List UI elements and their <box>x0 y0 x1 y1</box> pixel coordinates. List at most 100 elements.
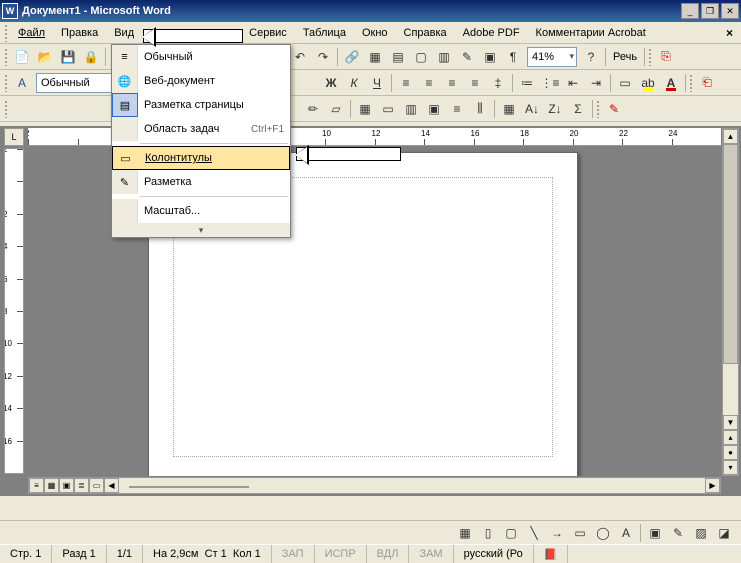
speech-label[interactable]: Речь <box>609 51 641 63</box>
styles-pane-button[interactable]: A <box>11 72 33 94</box>
minimize-button[interactable]: _ <box>681 3 699 19</box>
menu-item-markup[interactable]: ✎ Разметка <box>112 170 290 194</box>
menu-edit[interactable]: Правка <box>53 24 106 42</box>
acrobat-create-button[interactable]: ⎗ <box>696 72 718 94</box>
justify-button[interactable]: ≡ <box>464 72 486 94</box>
status-ext[interactable]: ВДЛ <box>367 545 410 563</box>
fill-color-button[interactable]: ▣ <box>644 522 666 544</box>
scroll-left-button[interactable]: ◀ <box>104 478 119 493</box>
shadow-button[interactable]: ▨ <box>690 522 712 544</box>
align-center-button[interactable]: ≡ <box>418 72 440 94</box>
bulleted-list-button[interactable]: ⋮≡ <box>539 72 561 94</box>
underline-button[interactable]: Ч <box>366 72 388 94</box>
draw-menu-button[interactable]: ▦ <box>454 522 476 544</box>
restore-button[interactable]: ❐ <box>701 3 719 19</box>
sort-desc-button[interactable]: Z↓ <box>544 98 566 120</box>
menu-item-normal-view[interactable]: ≡ Обычный <box>112 45 290 69</box>
scroll-right-button[interactable]: ▶ <box>705 478 720 493</box>
toolbar-grip[interactable] <box>4 24 8 42</box>
undo-button[interactable]: ↶ <box>289 46 311 68</box>
excel-button[interactable]: ▢ <box>410 46 432 68</box>
line-spacing-button[interactable]: ‡ <box>487 72 509 94</box>
menu-item-headers-footers[interactable]: ▭ Колонтитулы <box>112 146 290 170</box>
borders-button[interactable]: ▭ <box>614 72 636 94</box>
eraser-button[interactable]: ▱ <box>325 98 347 120</box>
hyperlink-button[interactable]: 🔗 <box>341 46 363 68</box>
doc-map-button[interactable]: ▣ <box>479 46 501 68</box>
status-spellcheck-icon[interactable]: 📕 <box>534 545 569 563</box>
drawing-button[interactable]: ✎ <box>456 46 478 68</box>
select-browse-button[interactable]: ● <box>723 445 738 460</box>
rectangle-button[interactable]: ▭ <box>569 522 591 544</box>
outline-view-button[interactable]: ≣ <box>74 478 89 493</box>
merge-cells-button[interactable]: ▭ <box>377 98 399 120</box>
permissions-button[interactable]: 🔒 <box>80 46 102 68</box>
draw-table-button[interactable]: ✏ <box>302 98 324 120</box>
distribute-cols-button[interactable]: ⫼ <box>469 98 491 120</box>
status-ovr[interactable]: ЗАМ <box>409 545 453 563</box>
arrow-button[interactable]: → <box>546 522 568 544</box>
show-marks-button[interactable]: ¶ <box>502 46 524 68</box>
menu-file[interactable]: Файл <box>10 24 53 42</box>
toolbar-grip[interactable] <box>4 74 8 92</box>
scroll-thumb[interactable] <box>129 486 249 488</box>
columns-button[interactable]: ▥ <box>433 46 455 68</box>
menu-item-page-layout[interactable]: ▤ Разметка страницы <box>112 93 290 117</box>
menu-item-zoom[interactable]: Масштаб... <box>112 199 290 223</box>
insert-table-button[interactable]: ▤ <box>387 46 409 68</box>
menu-item-task-pane[interactable]: Область задач Ctrl+F1 <box>112 117 290 141</box>
next-page-button[interactable]: ▾ <box>723 460 738 475</box>
line-color-button[interactable]: ✎ <box>667 522 689 544</box>
zoom-combo[interactable]: 41% <box>527 47 577 67</box>
bold-button[interactable]: Ж <box>320 72 342 94</box>
prev-page-button[interactable]: ▴ <box>723 430 738 445</box>
redo-button[interactable]: ↷ <box>312 46 334 68</box>
vertical-scrollbar[interactable]: ▲ ▼ ▴ ● ▾ <box>722 128 739 476</box>
threed-button[interactable]: ◪ <box>713 522 735 544</box>
insert-table-icon[interactable]: ▦ <box>354 98 376 120</box>
status-language[interactable]: русский (Ро <box>454 545 534 563</box>
highlight-button[interactable]: ab <box>637 72 659 94</box>
autoshapes-button[interactable]: ▢ <box>500 522 522 544</box>
toolbar-grip[interactable] <box>648 48 652 66</box>
oval-button[interactable]: ◯ <box>592 522 614 544</box>
toolbar-grip[interactable] <box>4 48 8 66</box>
distribute-rows-button[interactable]: ≡ <box>446 98 468 120</box>
close-button[interactable]: ✕ <box>721 3 739 19</box>
save-button[interactable]: 💾 <box>57 46 79 68</box>
menu-acrobat-comments[interactable]: Комментарии Acrobat <box>528 24 654 42</box>
italic-button[interactable]: К <box>343 72 365 94</box>
status-trk[interactable]: ИСПР <box>315 545 367 563</box>
textbox-button[interactable]: A <box>615 522 637 544</box>
scroll-up-button[interactable]: ▲ <box>723 129 738 144</box>
split-cells-button[interactable]: ▥ <box>400 98 422 120</box>
menu-adobe-pdf[interactable]: Adobe PDF <box>455 24 528 42</box>
align-left-button[interactable]: ≡ <box>395 72 417 94</box>
menu-table[interactable]: Таблица <box>295 24 354 42</box>
new-doc-button[interactable]: 📄 <box>11 46 33 68</box>
help-button[interactable]: ? <box>580 46 602 68</box>
table-autoformat-button[interactable]: ▦ <box>498 98 520 120</box>
open-button[interactable]: 📂 <box>34 46 56 68</box>
toolbar-grip[interactable] <box>689 74 693 92</box>
ruler-corner[interactable]: L <box>4 128 24 146</box>
scroll-track[interactable] <box>723 144 738 415</box>
status-rec[interactable]: ЗАП <box>272 545 315 563</box>
increase-indent-button[interactable]: ⇥ <box>585 72 607 94</box>
acrobat-convert-button[interactable]: ⎘ <box>655 46 677 68</box>
menu-expand-chevron[interactable]: ▾ <box>112 223 290 237</box>
toolbar-grip[interactable] <box>596 100 600 118</box>
select-objects-button[interactable]: ▯ <box>477 522 499 544</box>
cell-align-button[interactable]: ▣ <box>423 98 445 120</box>
menu-window[interactable]: Окно <box>354 24 396 42</box>
line-button[interactable]: ╲ <box>523 522 545 544</box>
acrobat-review-button[interactable]: ✎ <box>603 98 625 120</box>
decrease-indent-button[interactable]: ⇤ <box>562 72 584 94</box>
web-view-button[interactable]: ▦ <box>44 478 59 493</box>
menu-help[interactable]: Справка <box>396 24 455 42</box>
align-right-button[interactable]: ≡ <box>441 72 463 94</box>
reading-view-button[interactable]: ▭ <box>89 478 104 493</box>
numbered-list-button[interactable]: ≔ <box>516 72 538 94</box>
menu-service[interactable]: Сервис <box>241 24 295 42</box>
toolbar-grip[interactable] <box>4 100 8 118</box>
